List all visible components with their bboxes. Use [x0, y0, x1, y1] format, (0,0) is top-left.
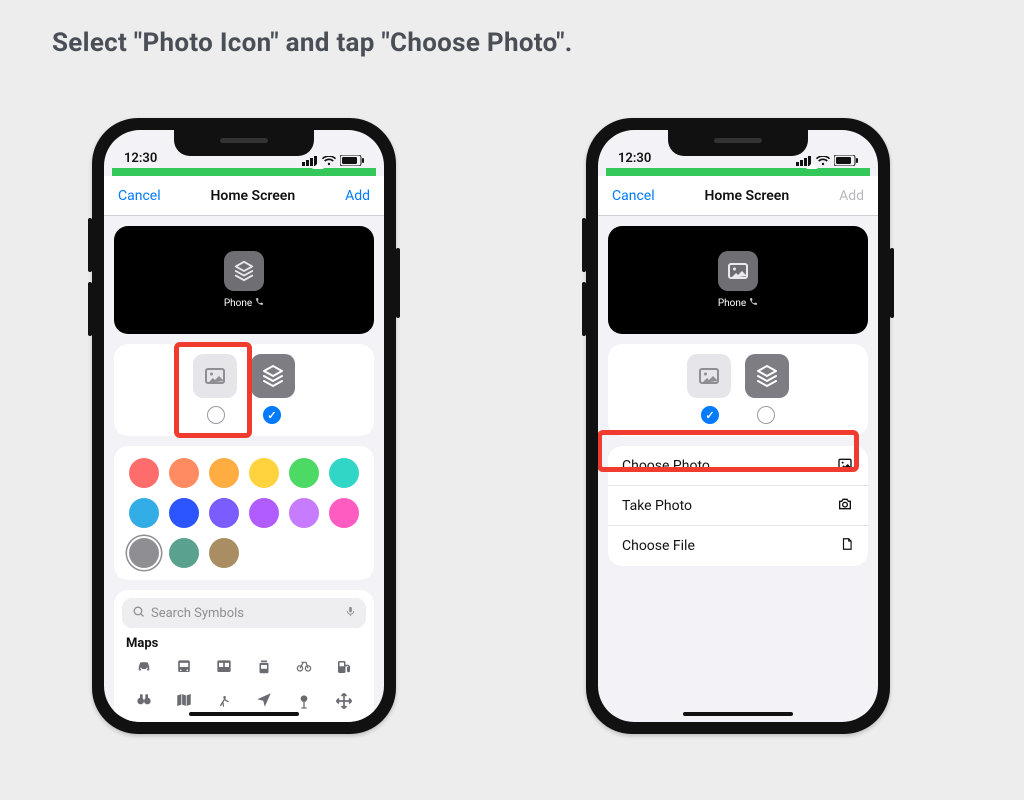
battery-icon — [834, 155, 858, 166]
color-swatch[interactable] — [169, 538, 199, 568]
photo-icon-option[interactable] — [193, 354, 237, 398]
choose-file-label: Choose File — [622, 538, 695, 554]
photo-source-menu: Choose Photo Take Photo Choose File — [608, 446, 868, 566]
instruction-text: Select "Photo Icon" and tap "Choose Phot… — [52, 28, 573, 58]
preview-app-name: Phone — [718, 298, 746, 309]
glyph-icon-option[interactable] — [745, 354, 789, 398]
photo-icon — [836, 456, 854, 476]
fuel-icon[interactable] — [335, 657, 353, 679]
battery-icon — [340, 155, 364, 166]
bus2-icon[interactable] — [214, 657, 234, 679]
take-photo-label: Take Photo — [622, 498, 692, 514]
symbol-search-section: Search Symbols Maps — [114, 590, 374, 722]
preview-app-icon — [718, 251, 758, 291]
search-placeholder: Search Symbols — [151, 606, 244, 621]
color-swatch[interactable] — [209, 538, 239, 568]
tram-icon[interactable] — [255, 657, 273, 679]
pin-icon[interactable] — [296, 691, 312, 713]
symbol-section-header: Maps — [122, 628, 366, 657]
active-call-banner — [112, 168, 376, 176]
icon-type-picker — [608, 344, 868, 436]
add-button[interactable]: Add — [345, 188, 370, 204]
color-swatch[interactable] — [289, 458, 319, 488]
nav-title: Home Screen — [211, 188, 296, 204]
color-swatch[interactable] — [169, 498, 199, 528]
color-swatch[interactable] — [329, 458, 359, 488]
nav-title: Home Screen — [705, 188, 790, 204]
choose-photo-row[interactable]: Choose Photo — [608, 446, 868, 486]
mic-icon[interactable] — [345, 604, 356, 623]
search-symbols-field[interactable]: Search Symbols — [122, 598, 366, 628]
color-swatch[interactable] — [249, 498, 279, 528]
color-swatch[interactable] — [249, 458, 279, 488]
phone-mock-right: 12:30 Cancel Home Screen Add — [586, 118, 890, 734]
choose-photo-label: Choose Photo — [622, 458, 710, 474]
homescreen-preview: Phone — [608, 226, 868, 334]
color-swatch[interactable] — [169, 458, 199, 488]
glyph-icon-radio[interactable] — [757, 406, 775, 424]
location-icon[interactable] — [255, 691, 273, 713]
phone-handset-icon — [749, 297, 758, 309]
wifi-icon — [816, 156, 830, 166]
nav-bar: Cancel Home Screen Add — [598, 176, 878, 216]
home-indicator — [189, 712, 299, 716]
homescreen-preview: Phone — [114, 226, 374, 334]
phone-mock-left: 12:30 Cancel Home Screen Add — [92, 118, 396, 734]
bus-icon[interactable] — [174, 657, 194, 679]
color-swatch[interactable] — [209, 498, 239, 528]
color-grid — [114, 446, 374, 580]
photo-icon-radio-selected[interactable] — [701, 406, 719, 424]
status-time: 12:30 — [124, 151, 157, 166]
binoculars-icon[interactable] — [133, 691, 155, 713]
choose-file-row[interactable]: Choose File — [608, 526, 868, 566]
status-time: 12:30 — [618, 151, 651, 166]
glyph-icon-radio[interactable] — [263, 406, 281, 424]
glyph-icon-option[interactable] — [251, 354, 295, 398]
cancel-button[interactable]: Cancel — [612, 188, 655, 204]
car-icon[interactable] — [133, 657, 155, 679]
phone-handset-icon — [255, 297, 264, 309]
preview-app-name: Phone — [224, 298, 252, 309]
preview-app-icon — [224, 251, 264, 291]
walk-icon[interactable] — [217, 691, 231, 713]
icon-type-picker — [114, 344, 374, 436]
take-photo-row[interactable]: Take Photo — [608, 486, 868, 526]
color-swatch[interactable] — [129, 498, 159, 528]
file-icon — [840, 535, 854, 557]
bike-icon[interactable] — [292, 657, 316, 679]
map-icon[interactable] — [174, 691, 194, 713]
color-swatch[interactable] — [129, 458, 159, 488]
color-swatch[interactable] — [209, 458, 239, 488]
photo-icon-radio[interactable] — [207, 406, 225, 424]
cancel-button[interactable]: Cancel — [118, 188, 161, 204]
search-icon — [132, 605, 145, 622]
add-button-disabled: Add — [839, 188, 864, 204]
color-swatch[interactable] — [329, 498, 359, 528]
color-swatch[interactable] — [289, 498, 319, 528]
camera-icon — [836, 496, 854, 516]
nav-bar: Cancel Home Screen Add — [104, 176, 384, 216]
active-call-banner — [606, 168, 870, 176]
color-swatch-selected[interactable] — [129, 538, 159, 568]
move-icon[interactable] — [334, 691, 354, 713]
home-indicator — [683, 712, 793, 716]
wifi-icon — [322, 156, 336, 166]
photo-icon-option[interactable] — [687, 354, 731, 398]
